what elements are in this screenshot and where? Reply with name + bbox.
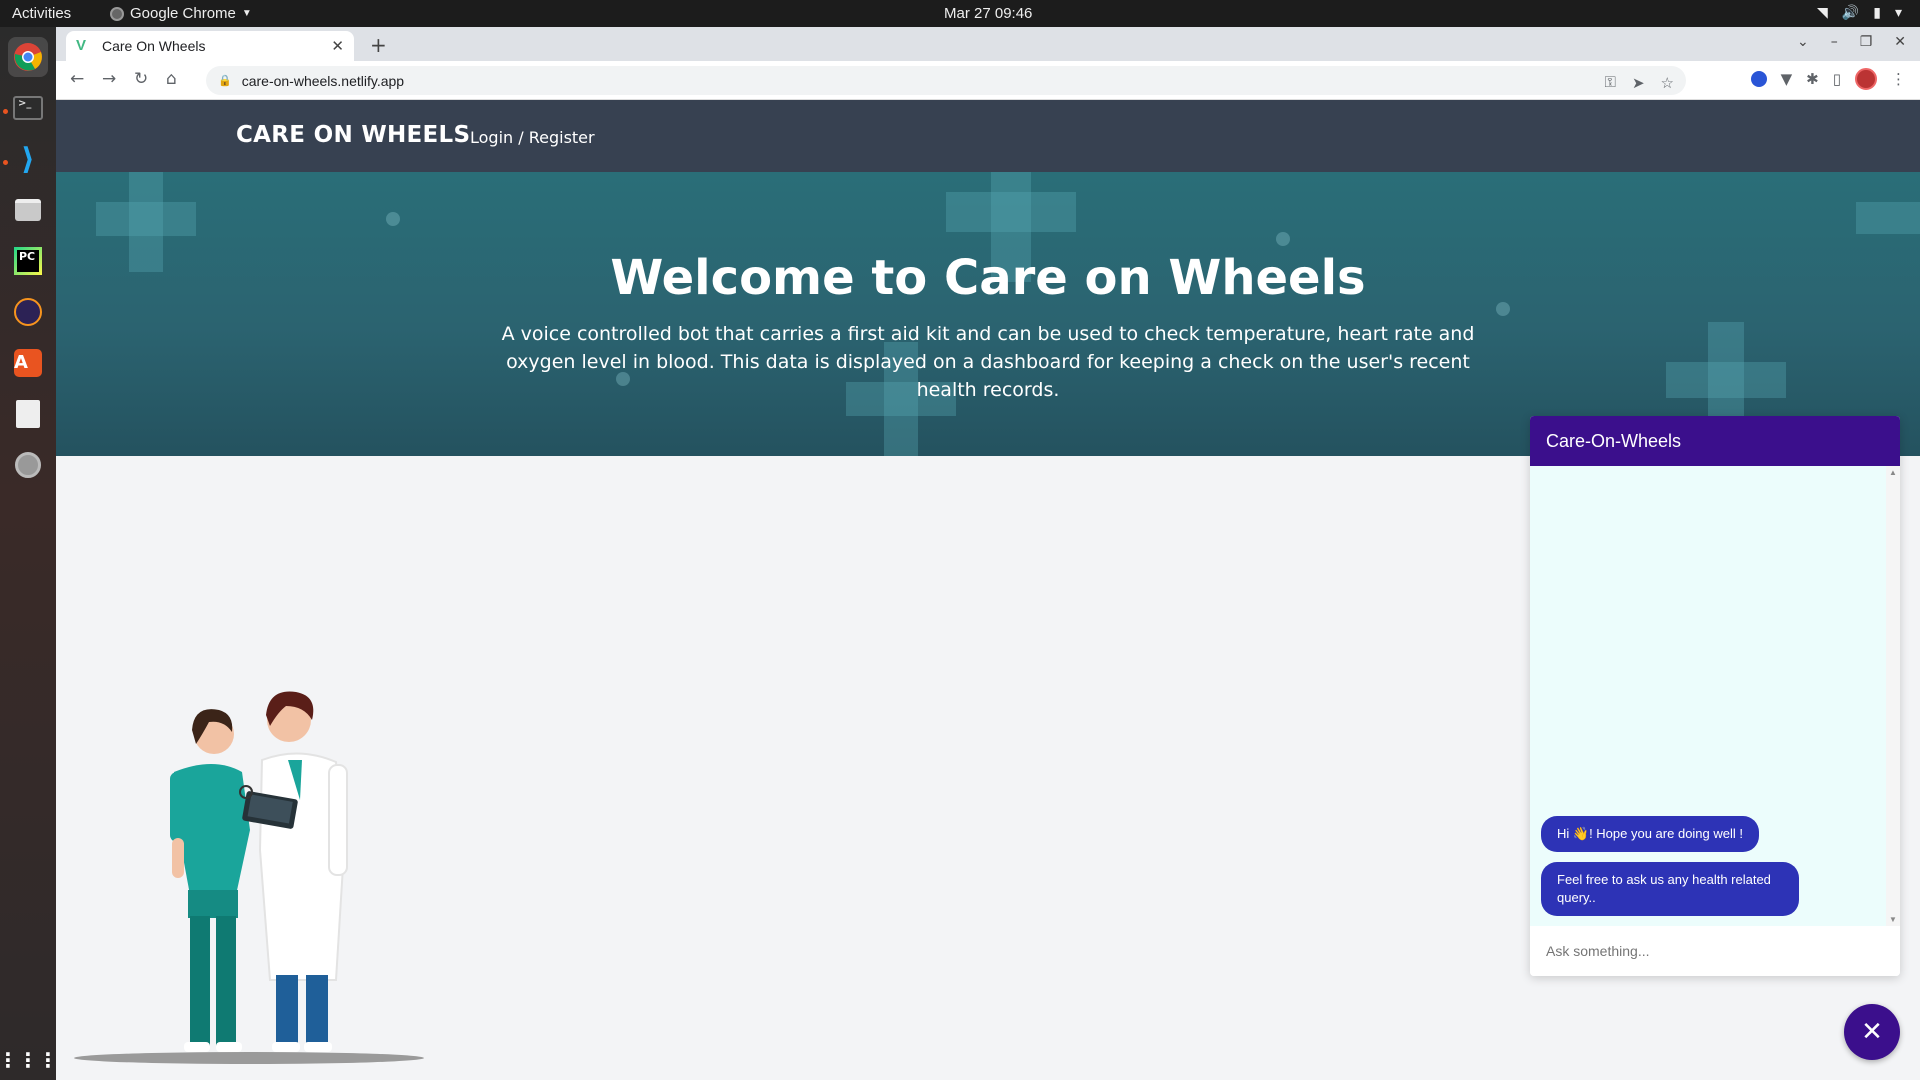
software-center-icon[interactable]: A (8, 343, 48, 383)
url-text: care-on-wheels.netlify.app (241, 72, 405, 89)
extensions-area: ▼ ✱ ▯ ⋮ (1750, 68, 1906, 90)
address-bar[interactable]: 🔒 care-on-wheels.netlify.app ⚿ ➤ ☆ (206, 66, 1686, 95)
hero-title: Welcome to Care on Wheels (610, 250, 1366, 306)
app-name-label: Google Chrome (130, 5, 236, 22)
tab-strip: V Care On Wheels ✕ + ⌄ – ❐ ✕ (56, 27, 1920, 61)
browser-tab[interactable]: V Care On Wheels ✕ (66, 31, 354, 61)
omnibox-actions: ⚿ ➤ ☆ (1605, 74, 1674, 92)
running-indicator (3, 160, 8, 165)
tab-search-icon[interactable]: ⌄ (1797, 34, 1809, 50)
vue-devtools-icon[interactable]: ▼ (1781, 70, 1793, 88)
chat-message: Feel free to ask us any health related q… (1541, 862, 1799, 916)
chat-widget: Care-On-Wheels Hi 👋! Hope you are doing … (1530, 416, 1900, 976)
eclipse-icon[interactable] (8, 292, 48, 332)
send-icon[interactable]: ➤ (1632, 74, 1645, 92)
home-icon[interactable]: ⌂ (166, 69, 177, 89)
chat-input[interactable] (1530, 926, 1900, 976)
scroll-down-icon[interactable]: ▼ (1889, 915, 1897, 924)
web-page: CARE ON WHEELS Login / Register Welcome … (56, 100, 1920, 1080)
files-icon[interactable] (8, 190, 48, 230)
restore-icon[interactable]: ❐ (1860, 34, 1873, 50)
lock-icon[interactable]: 🔒 (218, 74, 232, 87)
scroll-up-icon[interactable]: ▲ (1889, 468, 1897, 477)
window-controls: ⌄ – ❐ ✕ (1797, 34, 1906, 50)
side-panel-icon[interactable]: ▯ (1833, 70, 1841, 88)
chrome-icon[interactable] (8, 37, 48, 77)
chat-scrollbar[interactable]: ▲ ▼ (1886, 466, 1900, 926)
terminal-icon[interactable]: >_ (8, 88, 48, 128)
reload-icon[interactable]: ↻ (134, 69, 148, 89)
new-tab-button[interactable]: + (370, 33, 387, 57)
app-grid-icon[interactable]: ⋮⋮⋮ (0, 1040, 58, 1080)
wifi-icon: ◥ (1817, 4, 1828, 20)
decorative-node (1276, 232, 1290, 246)
bookmark-star-icon[interactable]: ☆ (1661, 74, 1674, 92)
chat-message: Hi 👋! Hope you are doing well ! (1541, 816, 1759, 852)
document-viewer-icon[interactable] (8, 394, 48, 434)
extension-icon[interactable] (1750, 71, 1767, 87)
hero-banner: Welcome to Care on Wheels A voice contro… (56, 172, 1920, 456)
decorative-node (386, 212, 400, 226)
clock[interactable]: Mar 27 09:46 (944, 5, 1032, 22)
vscode-icon[interactable]: ⟩ (8, 139, 48, 179)
disk-icon[interactable] (8, 445, 48, 485)
system-top-bar: Activities Google Chrome ▼ Mar 27 09:46 … (0, 0, 1920, 27)
tray-menu-icon: ▾ (1894, 4, 1902, 20)
close-window-icon[interactable]: ✕ (1894, 34, 1906, 50)
site-navbar: CARE ON WHEELS Login / Register (56, 100, 1920, 172)
chat-messages[interactable]: Hi 👋! Hope you are doing well ! Feel fre… (1530, 466, 1886, 926)
key-icon[interactable]: ⚿ (1605, 74, 1616, 92)
battery-icon: ▮ (1873, 4, 1881, 20)
tab-title: Care On Wheels (102, 38, 206, 54)
app-menu[interactable]: Google Chrome ▼ (110, 5, 252, 22)
toolbar: ← → ↻ ⌂ 🔒 care-on-wheels.netlify.app ⚿ ➤… (56, 61, 1920, 100)
medical-staff-illustration (74, 691, 424, 1064)
login-register-link[interactable]: Login / Register (470, 128, 595, 147)
vue-favicon-icon: V (76, 37, 87, 54)
profile-avatar[interactable] (1855, 68, 1877, 90)
menu-icon[interactable]: ⋮ (1891, 70, 1906, 88)
close-tab-icon[interactable]: ✕ (331, 37, 344, 55)
caret-down-icon: ▼ (241, 8, 252, 19)
minimize-icon[interactable]: – (1831, 34, 1838, 50)
running-indicator (3, 109, 8, 114)
forward-icon[interactable]: → (102, 69, 116, 89)
system-tray[interactable]: ◥ 🔊 ▮ ▾ (1817, 4, 1902, 21)
dock: >_ ⟩ PC A ⋮⋮⋮ (0, 27, 58, 1080)
chat-close-button[interactable]: ✕ (1844, 1004, 1900, 1060)
site-brand[interactable]: CARE ON WHEELS (236, 122, 470, 148)
decorative-cross (1856, 202, 1920, 234)
close-icon: ✕ (1861, 1017, 1883, 1047)
puzzle-icon[interactable]: ✱ (1806, 70, 1819, 88)
chrome-small-icon (110, 6, 124, 21)
activities-button[interactable]: Activities (12, 5, 71, 22)
hero-subtitle: A voice controlled bot that carries a fi… (501, 323, 1475, 401)
back-icon[interactable]: ← (70, 69, 84, 89)
volume-icon: 🔊 (1841, 4, 1860, 20)
chat-header: Care-On-Wheels (1530, 416, 1900, 466)
pycharm-icon[interactable]: PC (8, 241, 48, 281)
